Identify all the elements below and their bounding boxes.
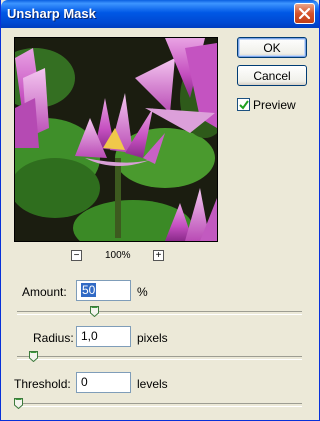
radius-label: Radius:	[33, 331, 74, 345]
preview-checkbox[interactable]	[237, 98, 250, 111]
threshold-value: 0	[81, 375, 88, 389]
close-icon	[298, 7, 311, 20]
amount-slider-thumb[interactable]	[90, 306, 99, 317]
checkmark-icon	[239, 100, 249, 110]
close-button[interactable]	[294, 3, 315, 24]
amount-slider-track[interactable]	[17, 311, 302, 315]
threshold-label: Threshold:	[14, 377, 71, 391]
threshold-slider-track[interactable]	[17, 403, 302, 407]
threshold-field[interactable]: 0	[76, 372, 131, 393]
radius-slider-track[interactable]	[17, 356, 302, 360]
threshold-unit: levels	[137, 377, 168, 391]
radius-field[interactable]: 1,0	[76, 326, 131, 347]
unsharp-mask-dialog: Unsharp Mask − 100% + OK Cancel Preview …	[0, 0, 320, 421]
radius-slider-thumb[interactable]	[29, 351, 38, 362]
amount-unit: %	[137, 285, 148, 299]
preview-image[interactable]	[14, 37, 218, 242]
radius-value: 1,0	[81, 329, 98, 343]
zoom-out-button[interactable]: −	[71, 250, 82, 261]
zoom-in-button[interactable]: +	[153, 250, 164, 261]
preview-label: Preview	[253, 98, 296, 112]
ok-button[interactable]: OK	[237, 37, 307, 58]
dialog-title: Unsharp Mask	[7, 6, 96, 21]
amount-label: Amount:	[22, 285, 67, 299]
threshold-slider-thumb[interactable]	[14, 398, 23, 409]
cancel-button[interactable]: Cancel	[237, 65, 307, 86]
water-lily-image	[15, 38, 217, 241]
zoom-level: 100%	[105, 250, 131, 261]
amount-field[interactable]: 50	[76, 280, 131, 301]
radius-unit: pixels	[137, 331, 168, 345]
title-bar: Unsharp Mask	[1, 0, 319, 28]
amount-value: 50	[81, 283, 97, 297]
